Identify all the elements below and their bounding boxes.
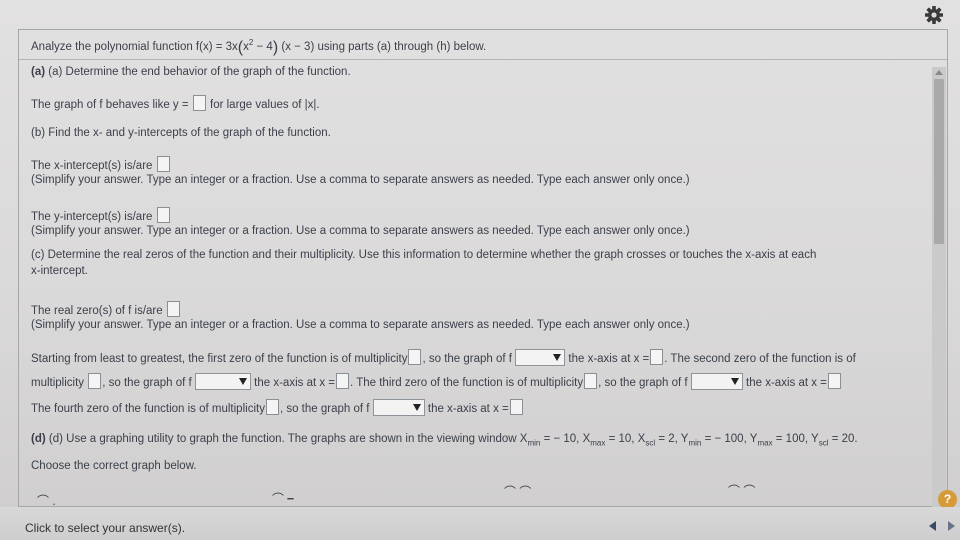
graph-choice-b[interactable]: ⌒ ╸	[272, 490, 299, 507]
graph-choice-c[interactable]: ⌒ ⌒	[504, 483, 531, 500]
first-zero-behavior-select[interactable]	[515, 349, 566, 366]
part-c-heading-line1: (c) Determine the real zeros of the func…	[31, 249, 817, 261]
x-intercept-input[interactable]	[156, 156, 170, 172]
first-zero-multiplicity-input[interactable]	[408, 349, 422, 365]
third-zero-x-input[interactable]	[827, 373, 841, 389]
real-zeros-prompt: The real zero(s) of f is/are	[31, 301, 181, 317]
second-zero-x-input[interactable]	[336, 373, 350, 389]
second-zero-behavior-select[interactable]	[194, 373, 251, 390]
fourth-zero-behavior-select[interactable]	[372, 399, 425, 416]
graph-choice-d[interactable]: ⌒ ⌒	[728, 482, 755, 499]
fourth-zero-multiplicity-input[interactable]	[265, 399, 279, 415]
part-a-prompt: The graph of f behaves like y = for larg…	[31, 95, 320, 111]
end-behavior-input[interactable]	[192, 95, 206, 111]
third-zero-behavior-select[interactable]	[690, 373, 743, 390]
x-intercept-prompt: The x-intercept(s) is/are	[31, 156, 171, 172]
scroll-up-arrow[interactable]	[935, 70, 943, 75]
first-zero-sentence: Starting from least to greatest, the fir…	[31, 349, 856, 366]
second-zero-multiplicity-input[interactable]	[88, 373, 102, 389]
part-a-heading: (a) (a) Determine the end behavior of th…	[31, 66, 351, 78]
status-text: Click to select your answer(s).	[25, 521, 186, 535]
real-zeros-input[interactable]	[166, 301, 180, 317]
question-title-bar: Analyze the polynomial function f(x) = 3…	[19, 30, 947, 60]
question-title: Analyze the polynomial function f(x) = 3…	[31, 38, 487, 56]
y-intercept-hint: (Simplify your answer. Type an integer o…	[31, 225, 690, 237]
arrow-left-icon[interactable]	[928, 521, 938, 531]
y-intercept-input[interactable]	[156, 207, 170, 223]
gear-icon[interactable]	[922, 3, 946, 27]
fourth-zero-x-input[interactable]	[509, 399, 523, 415]
part-d-heading: (d) (d) Use a graphing utility to graph …	[31, 433, 858, 448]
scrollbar-thumb[interactable]	[934, 79, 944, 244]
first-zero-x-input[interactable]	[650, 349, 664, 365]
status-bar: Click to select your answer(s).	[0, 507, 960, 540]
choose-graph-prompt: Choose the correct graph below.	[31, 460, 197, 472]
arrow-right-icon[interactable]	[946, 521, 956, 531]
x-intercept-hint: (Simplify your answer. Type an integer o…	[31, 174, 690, 186]
second-zero-sentence: multiplicity , so the graph of f the x-a…	[31, 373, 842, 390]
y-intercept-prompt: The y-intercept(s) is/are	[31, 207, 171, 223]
real-zeros-hint: (Simplify your answer. Type an integer o…	[31, 319, 690, 331]
part-c-heading-line2: x-intercept.	[31, 265, 88, 277]
question-page: Analyze the polynomial function f(x) = 3…	[0, 0, 960, 540]
third-zero-multiplicity-input[interactable]	[584, 373, 598, 389]
vertical-scrollbar[interactable]	[932, 67, 946, 507]
part-b-heading: (b) Find the x- and y-intercepts of the …	[31, 127, 331, 139]
fourth-zero-sentence: The fourth zero of the function is of mu…	[31, 399, 524, 416]
